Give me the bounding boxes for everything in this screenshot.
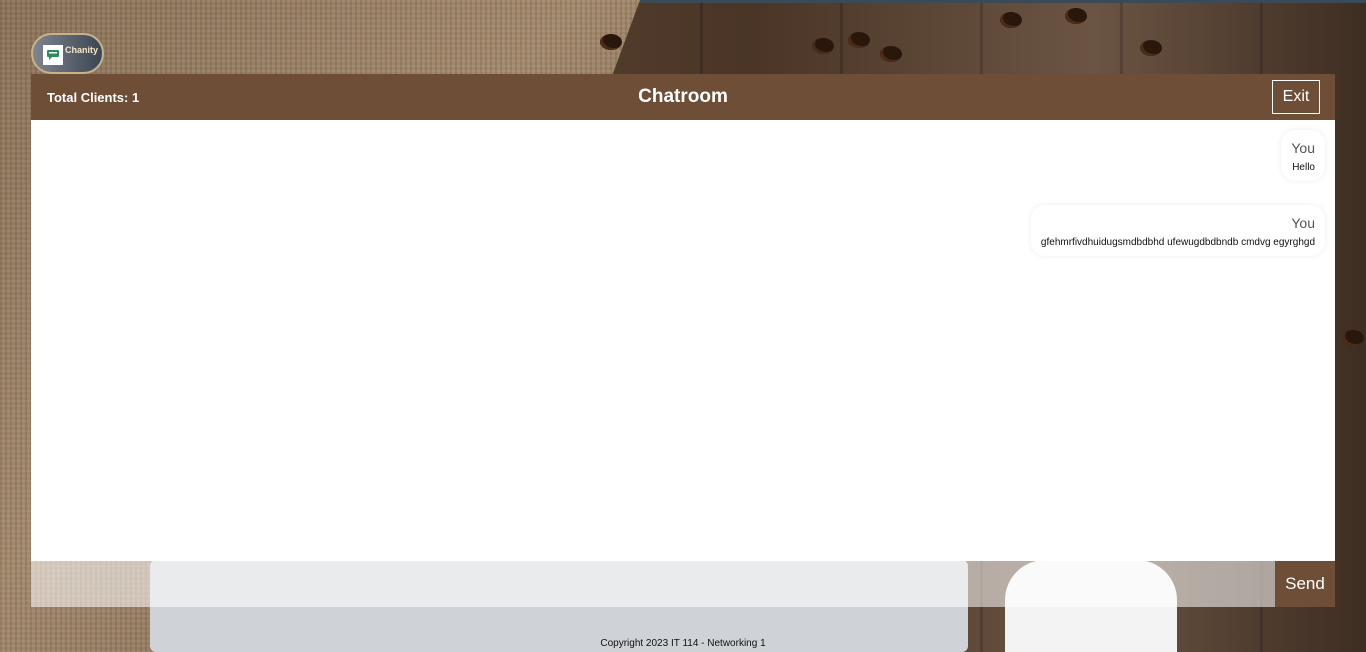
coffee-bean (1140, 40, 1162, 56)
coffee-bean (1000, 12, 1022, 28)
send-button[interactable]: Send (1275, 561, 1335, 607)
message-sender: You (1291, 140, 1315, 156)
message-composer: Send (31, 561, 1335, 607)
coffee-bean (1342, 330, 1364, 346)
copyright-footer: Copyright 2023 IT 114 - Networking 1 (600, 638, 766, 649)
brand-name: Chanity (65, 44, 99, 55)
page-title: Chatroom (638, 86, 728, 107)
message-bubble: You gfehmrfivdhuidugsmdbdbhd ufewugdbdbn… (1030, 205, 1325, 256)
message-text: Hello (1292, 162, 1315, 173)
chat-window: Total Clients: 1 Chatroom Exit You Hello… (31, 74, 1335, 607)
coffee-bean (600, 34, 622, 50)
chat-logo-icon (43, 44, 63, 65)
exit-button[interactable]: Exit (1272, 80, 1320, 114)
chat-header: Total Clients: 1 Chatroom Exit (31, 74, 1335, 120)
coffee-bean (812, 38, 834, 54)
coffee-bean (1065, 8, 1087, 24)
message-sender: You (1291, 215, 1315, 231)
message-list[interactable]: You Hello You gfehmrfivdhuidugsmdbdbhd u… (31, 120, 1335, 561)
message-bubble: You Hello (1281, 130, 1325, 181)
coffee-bean (880, 46, 902, 62)
coffee-bean (848, 32, 870, 48)
message-input[interactable] (31, 561, 1275, 607)
total-clients: Total Clients: 1 (47, 89, 140, 105)
brand-badge[interactable]: Chanity (31, 33, 104, 74)
message-text: gfehmrfivdhuidugsmdbdbhd ufewugdbdbndb c… (1040, 237, 1315, 248)
